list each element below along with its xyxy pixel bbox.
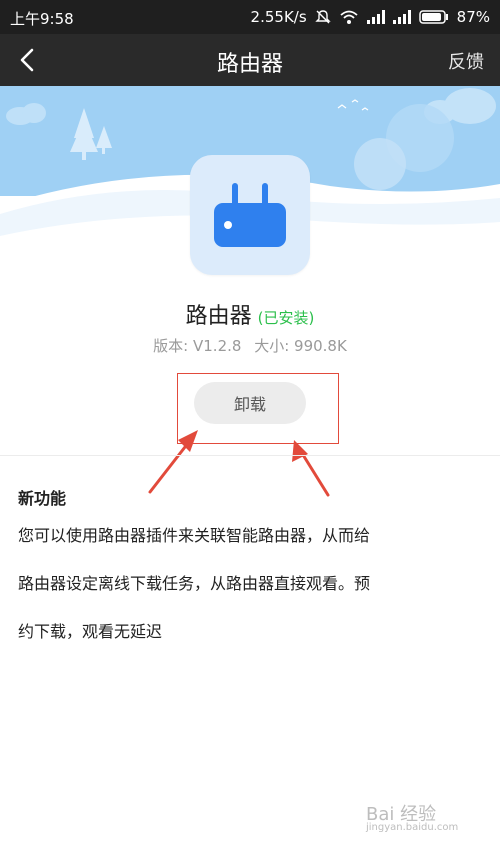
arrow-left [148, 430, 198, 494]
watermark-sub: jingyan.baidu.com [366, 822, 459, 833]
features-line: 约下载，观看无延迟 [18, 622, 163, 641]
features-description: 您可以使用路由器插件来关联智能路由器，从而给 路由器设定离线下载任务，从路由器直… [18, 512, 478, 656]
arrow-right [292, 440, 330, 497]
watermark: Bai 经验 jingyan.baidu.com [348, 778, 488, 838]
features-line: 您可以使用路由器插件来关联智能路由器，从而给 [18, 526, 371, 545]
divider [0, 455, 500, 456]
features-title: 新功能 [18, 489, 67, 508]
features-line: 路由器设定离线下载任务，从路由器直接观看。预 [18, 574, 371, 593]
annotation-arrows [148, 430, 330, 497]
